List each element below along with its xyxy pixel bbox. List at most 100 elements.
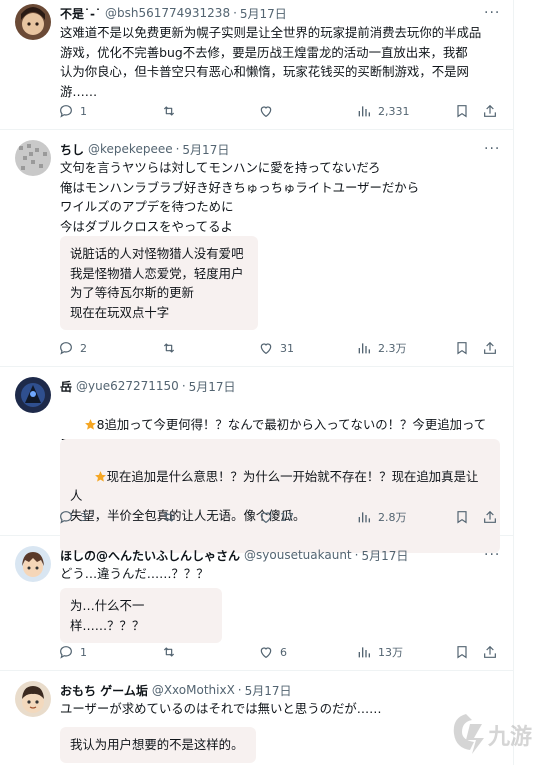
retweet-button[interactable] [161,101,183,121]
avatar[interactable] [15,4,51,40]
display-name[interactable]: ほしの@へんたいふしんしゃさん [60,547,240,564]
separator: · [233,6,237,20]
views-button[interactable]: 2,331 [356,101,410,121]
like-count: 17 [280,510,294,524]
bookmark-icon [457,646,467,659]
user-handle[interactable]: @kepekepeee [88,142,173,156]
share-button[interactable] [482,642,498,662]
like-button[interactable]: 17 [258,507,294,527]
share-button[interactable] [482,338,498,358]
retweet-icon [163,512,175,522]
bookmark-button[interactable] [454,101,470,121]
star-emoji-icon [84,418,96,430]
share-button[interactable] [482,507,498,527]
reply-icon [60,342,72,355]
user-handle[interactable]: @bsh561774931238 [105,6,230,20]
reply-icon [60,511,72,524]
reply-button[interactable]: 2 [58,338,87,358]
translation-box: 我认为用户想要的不是这样的。 [60,727,256,763]
user-handle[interactable]: @syousetuakaunt [244,548,352,562]
bookmark-button[interactable] [454,338,470,358]
views-count: 2.3万 [378,342,407,355]
tweet[interactable]: ちし @kepekepeee · 5月17日 ··· 文句を言うヤツらは対してモ… [0,130,514,367]
share-icon [484,510,496,523]
tweet-header: ちし @kepekepeee · 5月17日 [60,140,504,158]
reply-icon [60,105,72,118]
tweet-date[interactable]: 5月17日 [245,682,292,699]
reply-button[interactable]: 3 [58,507,87,527]
tweet-date[interactable]: 5月17日 [361,547,408,564]
views-button[interactable]: 2.8万 [356,507,407,527]
action-bar: 3 17 2.8万 [58,507,500,527]
share-button[interactable] [482,101,498,121]
bookmark-button[interactable] [454,642,470,662]
tweet-feed: 不是˙-˙ @bsh561774931238 · 5月17日 ··· 这难道不是… [0,0,514,765]
views-button[interactable]: 13万 [356,642,403,662]
tweet[interactable]: ほしの@へんたいふしんしゃさん @syousetuakaunt · 5月17日 … [0,536,514,671]
user-handle[interactable]: @yue627271150 [76,379,179,393]
translation-box: 说脏话的人对怪物猎人没有爱吧 我是怪物猎人恋爱党，轻度用户 为了等待瓦尔斯的更新… [60,236,258,330]
bookmark-icon [457,342,467,355]
share-icon [484,104,496,117]
bookmark-button[interactable] [454,507,470,527]
views-icon [358,343,370,354]
views-button[interactable]: 2.3万 [356,338,407,358]
views-count: 2.8万 [378,511,407,524]
heart-icon [260,106,272,118]
like-count: 6 [280,645,287,659]
views-icon [358,512,370,523]
reply-count: 1 [80,645,87,659]
avatar[interactable] [15,681,51,717]
separator: · [181,379,186,393]
heart-icon [260,343,272,355]
bookmark-icon [457,511,467,524]
watermark-logo: 九游 [448,708,538,758]
display-name[interactable]: 不是˙-˙ [60,5,101,22]
more-options-icon[interactable]: ··· [484,6,500,24]
user-handle[interactable]: @XxoMothixX [152,683,235,697]
like-button[interactable]: 31 [258,338,294,358]
retweet-icon [163,106,175,116]
reply-count: 3 [80,510,87,524]
retweet-icon [163,343,175,353]
tweet[interactable]: 岳 @yue627271150 · 5月17日 8追加って今更何得！？なんで最初… [0,367,514,553]
tweet-date[interactable]: 5月17日 [240,5,287,22]
tweet-text: 文句を言うヤツらは対してモンハンに愛を持ってないだろ 俺はモンハンラブラブ好き好… [60,160,420,234]
heart-icon [260,512,272,524]
reply-count: 1 [80,104,87,118]
views-count: 2,331 [378,104,410,118]
tweet-text: 这难道不是以免费更新为幌子实则是让全世界的玩家提前消费去玩你的半成品 游戏，优化… [60,25,482,99]
watermark-text: 九游 [487,724,532,750]
retweet-button[interactable] [161,642,183,662]
avatar[interactable] [15,377,51,413]
tweet-header: 不是˙-˙ @bsh561774931238 · 5月17日 [60,4,504,22]
action-bar: 2 31 2.3万 [58,338,500,358]
heart-icon [260,647,272,659]
reply-icon [60,646,72,659]
retweet-button[interactable] [161,338,183,358]
views-icon [358,106,370,117]
display-name[interactable]: 岳 [60,378,72,395]
reply-button[interactable]: 1 [58,642,87,662]
retweet-button[interactable] [161,507,183,527]
like-button[interactable] [258,101,280,121]
display-name[interactable]: ちし [60,141,84,158]
display-name[interactable]: おもち ゲーム垢 [60,682,148,699]
like-button[interactable]: 6 [258,642,287,662]
tweet-date[interactable]: 5月17日 [189,378,236,395]
views-count: 13万 [378,646,403,659]
retweet-icon [163,647,175,657]
separator: · [237,683,242,697]
like-count: 31 [280,341,294,355]
tweet-date[interactable]: 5月17日 [182,141,229,158]
share-icon [484,645,496,658]
separator: · [354,548,359,562]
tweet-header: おもち ゲーム垢 @XxoMothixX · 5月17日 [60,681,504,699]
tweet[interactable]: おもち ゲーム垢 @XxoMothixX · 5月17日 ユーザーが求めているの… [0,671,514,765]
avatar[interactable] [15,546,51,582]
avatar[interactable] [15,140,51,176]
tweet[interactable]: 不是˙-˙ @bsh561774931238 · 5月17日 ··· 这难道不是… [0,0,514,130]
tweet-text: どう…違うんだ……？？？ [60,566,209,581]
action-bar: 1 6 13万 [58,642,500,662]
reply-button[interactable]: 1 [58,101,87,121]
